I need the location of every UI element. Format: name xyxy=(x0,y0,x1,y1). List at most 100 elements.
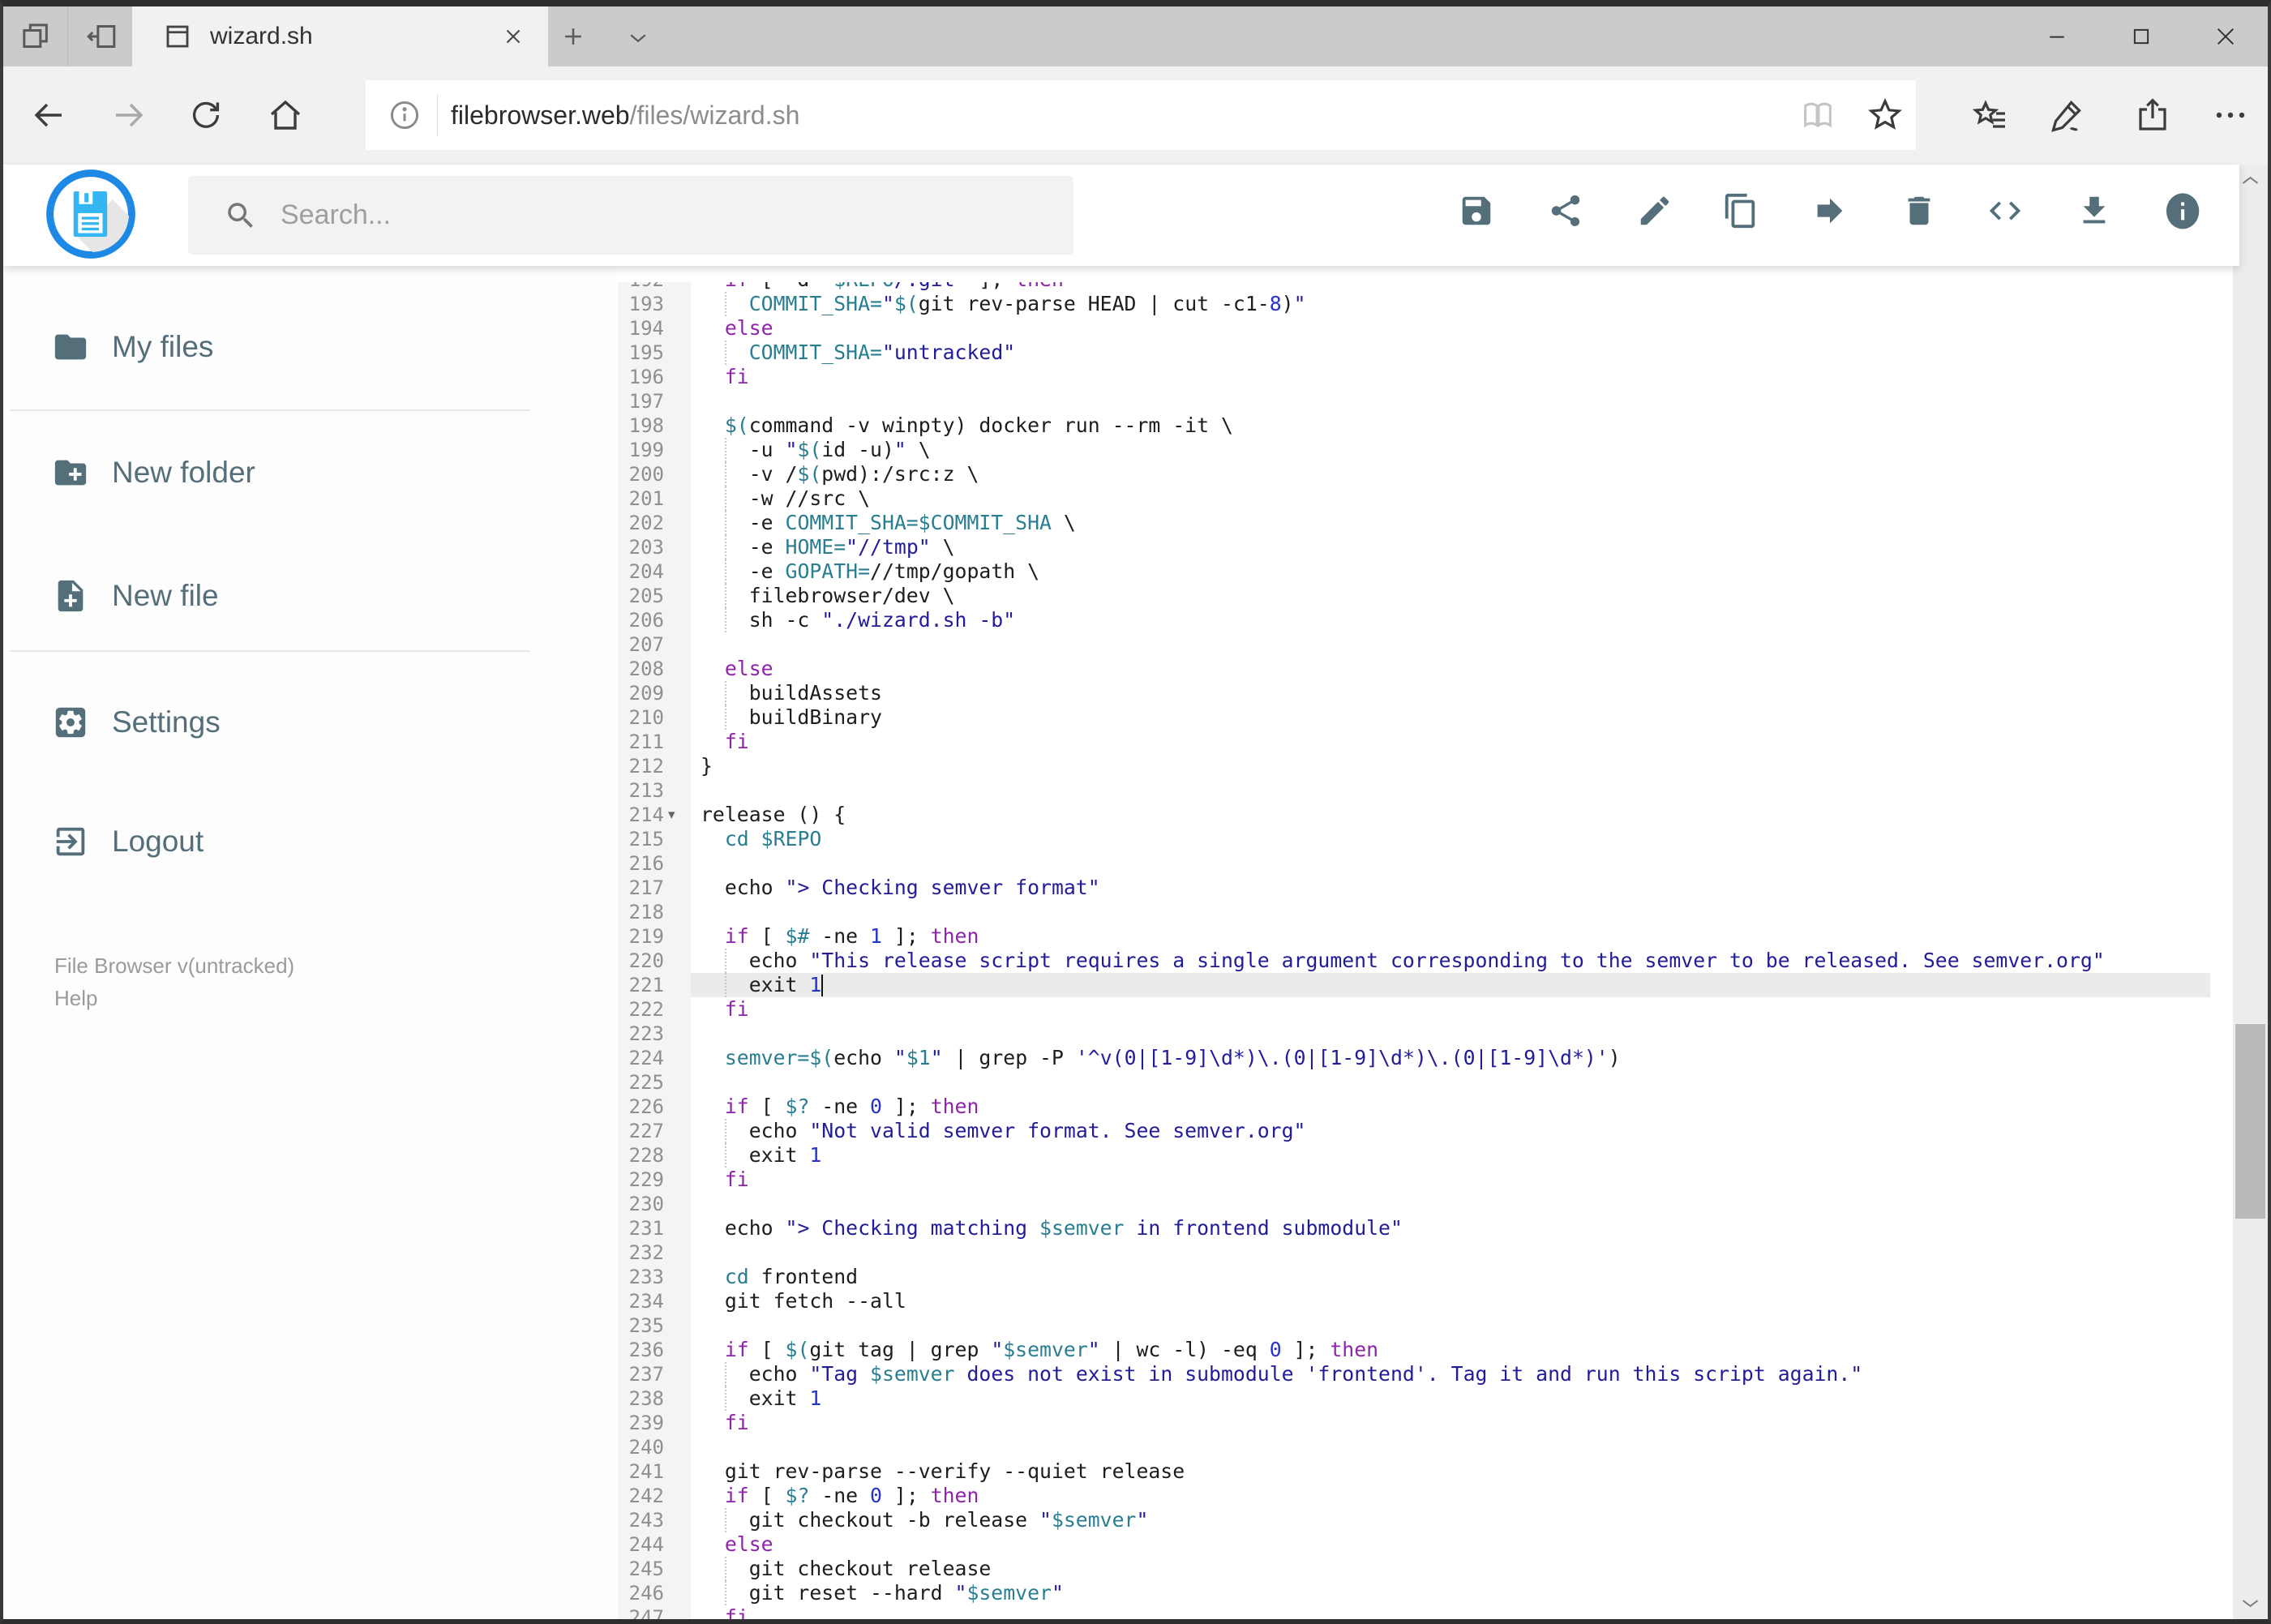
code-line: git rev-parse --verify --quiet release xyxy=(701,1459,1185,1483)
line-number: 247 xyxy=(628,1606,664,1619)
new-file-icon xyxy=(3,577,89,615)
sidebar-divider xyxy=(10,650,530,652)
line-number: 213 xyxy=(628,779,664,802)
line-number: 212 xyxy=(628,755,664,778)
favorite-star-icon[interactable] xyxy=(1866,96,1905,135)
line-number: 197 xyxy=(628,390,664,413)
navigation-bar: filebrowser.web/files/wizard.sh xyxy=(3,66,2268,165)
line-number: 192 xyxy=(618,282,664,292)
line-number: 198 xyxy=(628,414,664,437)
code-line: $(command -v winpty) docker run --rm -it… xyxy=(724,413,1233,437)
tab-dropdown-icon[interactable] xyxy=(626,26,650,50)
sidebar-divider xyxy=(10,409,530,411)
settings-icon xyxy=(3,704,89,741)
back-icon[interactable] xyxy=(29,96,68,135)
web-note-icon[interactable] xyxy=(2049,96,2088,135)
tab-wizard-sh[interactable]: wizard.sh xyxy=(132,6,548,66)
more-options-icon[interactable] xyxy=(2211,96,2250,135)
close-window-button[interactable] xyxy=(2183,6,2268,66)
share-file-icon[interactable] xyxy=(1547,192,1584,229)
line-number: 211 xyxy=(628,731,664,753)
active-line-highlight xyxy=(691,973,2210,997)
minimize-button[interactable] xyxy=(2015,6,2099,66)
refresh-icon[interactable] xyxy=(186,96,225,135)
forward-icon[interactable] xyxy=(109,96,148,135)
code-line: fi xyxy=(724,1411,749,1434)
scrollbar-thumb[interactable] xyxy=(2235,1024,2265,1219)
share-icon[interactable] xyxy=(2133,96,2172,135)
code-line: if [ $(git tag | grep "$semver" | wc -l)… xyxy=(724,1338,1379,1361)
code-editor[interactable]: 192 if [ -d "$REPO/.git" ]; then 193 COMM… xyxy=(618,282,2239,1619)
code-line: echo "Tag $semver does not exist in subm… xyxy=(701,1362,1863,1386)
new-folder-icon xyxy=(3,454,89,491)
code-line: -e HOME="//tmp" \ xyxy=(701,535,955,559)
line-number: 242 xyxy=(628,1485,664,1507)
info-icon[interactable] xyxy=(2164,192,2201,229)
close-tab-icon[interactable] xyxy=(501,24,525,49)
line-number: 208 xyxy=(628,658,664,680)
delete-icon[interactable] xyxy=(1900,192,1938,229)
line-number: 210 xyxy=(628,706,664,729)
page-info-icon[interactable] xyxy=(387,97,422,133)
code-line: -u "$(id -u)" \ xyxy=(701,438,931,461)
code-icon[interactable] xyxy=(1986,192,2024,229)
line-number: 235 xyxy=(628,1314,664,1337)
search-bar[interactable] xyxy=(188,176,1073,255)
line-number: 240 xyxy=(628,1436,664,1459)
url-host: filebrowser.web xyxy=(451,100,630,130)
code-line: if [ $? -ne 0 ]; then xyxy=(724,1095,979,1118)
code-line: -e GOPATH=//tmp/gopath \ xyxy=(701,559,1040,583)
download-icon[interactable] xyxy=(2076,192,2113,229)
home-icon[interactable] xyxy=(266,96,305,135)
code-line: buildAssets xyxy=(701,681,882,705)
code-line: echo "> Checking matching $semver in fro… xyxy=(701,1216,1403,1240)
sidebar-item-new-file[interactable]: New file xyxy=(3,551,617,641)
sidebar-item-logout[interactable]: Logout xyxy=(3,797,617,886)
copy-icon[interactable] xyxy=(1722,192,1759,229)
tab-preview-button[interactable] xyxy=(3,6,68,66)
line-number: 196 xyxy=(628,366,664,388)
line-number: 243 xyxy=(628,1509,664,1532)
maximize-button[interactable] xyxy=(2099,6,2183,66)
line-number: 218 xyxy=(628,901,664,923)
code-line: git fetch --all xyxy=(701,1289,906,1313)
filebrowser-logo xyxy=(45,169,136,259)
code-line: COMMIT_SHA="$(git rev-parse HEAD | cut -… xyxy=(748,292,1306,315)
line-number: 206 xyxy=(628,609,664,632)
line-number: 224 xyxy=(628,1047,664,1069)
edit-icon[interactable] xyxy=(1636,192,1673,229)
url-bar[interactable]: filebrowser.web/files/wizard.sh xyxy=(366,80,1916,150)
fold-marker-icon[interactable]: ▾ xyxy=(668,803,686,827)
set-tabs-aside-button[interactable] xyxy=(69,6,134,66)
line-number: 245 xyxy=(628,1558,664,1580)
tab-bar: wizard.sh xyxy=(3,6,2268,66)
move-icon[interactable] xyxy=(1811,192,1849,229)
url-text: filebrowser.web/files/wizard.sh xyxy=(451,101,799,131)
new-tab-icon[interactable] xyxy=(559,23,587,50)
sidebar-item-settings[interactable]: Settings xyxy=(3,678,617,767)
sidebar-item-new-folder[interactable]: New folder xyxy=(3,428,617,517)
scroll-down-icon[interactable] xyxy=(2239,1592,2261,1614)
line-number: 195 xyxy=(628,341,664,364)
line-number: 229 xyxy=(628,1168,664,1191)
scroll-up-icon[interactable] xyxy=(2239,169,2261,191)
save-icon[interactable] xyxy=(1458,192,1495,229)
line-number: 215 xyxy=(628,828,664,851)
line-number: 237 xyxy=(628,1363,664,1386)
reading-view-icon[interactable] xyxy=(1799,96,1836,134)
vertical-scrollbar[interactable] xyxy=(2233,165,2268,1619)
help-link[interactable]: Help xyxy=(54,986,97,1011)
search-input[interactable] xyxy=(281,199,1010,231)
url-path: /files/wizard.sh xyxy=(629,100,800,130)
set-tabs-aside-icon xyxy=(85,20,118,53)
tab-page-icon xyxy=(163,22,192,51)
hub-icon[interactable] xyxy=(1971,96,2010,135)
line-number: 238 xyxy=(628,1387,664,1410)
code-line: echo "This release script requires a sin… xyxy=(701,949,2105,972)
code-line: -w //src \ xyxy=(701,486,871,510)
code-line: fi xyxy=(724,1168,749,1191)
sidebar-item-my-files[interactable]: My files xyxy=(3,302,617,392)
line-number: 244 xyxy=(628,1533,664,1556)
line-number: 231 xyxy=(628,1217,664,1240)
line-number: 239 xyxy=(628,1412,664,1434)
